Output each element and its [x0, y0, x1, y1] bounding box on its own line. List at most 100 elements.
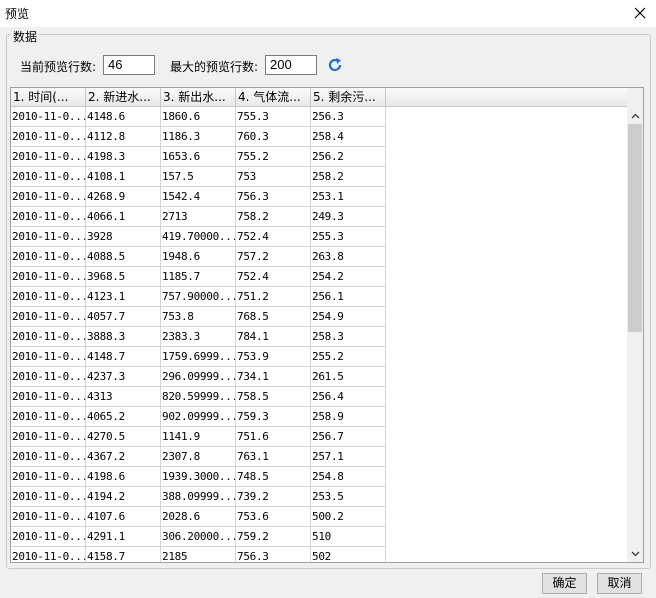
- table-cell[interactable]: 753.8: [161, 307, 236, 327]
- table-cell[interactable]: 752.4: [236, 267, 311, 287]
- table-cell[interactable]: 748.5: [236, 467, 311, 487]
- table-cell[interactable]: 254.9: [311, 307, 386, 327]
- table-cell[interactable]: 419.70000...: [161, 227, 236, 247]
- table-row[interactable]: 2010-11-0... 3888.3 2383.3 784.1 258.3: [11, 327, 386, 347]
- ok-button[interactable]: 确定: [542, 573, 587, 594]
- table-cell[interactable]: 758.5: [236, 387, 311, 407]
- table-cell[interactable]: 2010-11-0...: [11, 447, 86, 467]
- table-cell[interactable]: 258.3: [311, 327, 386, 347]
- table-cell[interactable]: 2010-11-0...: [11, 147, 86, 167]
- table-cell[interactable]: 1948.6: [161, 247, 236, 267]
- table-cell[interactable]: 756.3: [236, 547, 311, 562]
- table-cell[interactable]: 3888.3: [86, 327, 161, 347]
- scroll-down-button[interactable]: [627, 545, 643, 562]
- column-header-outflow[interactable]: 3. 新出水...: [161, 88, 236, 107]
- refresh-button[interactable]: [326, 56, 344, 74]
- table-cell[interactable]: 759.2: [236, 527, 311, 547]
- table-cell[interactable]: 2010-11-0...: [11, 487, 86, 507]
- table-cell[interactable]: 2010-11-0...: [11, 347, 86, 367]
- table-cell[interactable]: 2010-11-0...: [11, 367, 86, 387]
- table-cell[interactable]: 258.9: [311, 407, 386, 427]
- table-cell[interactable]: 4107.6: [86, 507, 161, 527]
- close-button[interactable]: [630, 3, 650, 23]
- table-cell[interactable]: 751.6: [236, 427, 311, 447]
- table-row[interactable]: 2010-11-0... 4291.1 306.20000... 759.2 510: [11, 527, 386, 547]
- table-cell[interactable]: 4198.6: [86, 467, 161, 487]
- table-cell[interactable]: 3968.5: [86, 267, 161, 287]
- table-cell[interactable]: 758.2: [236, 207, 311, 227]
- table-cell[interactable]: 4268.9: [86, 187, 161, 207]
- table-cell[interactable]: 2010-11-0...: [11, 267, 86, 287]
- table-row[interactable]: 2010-11-0... 4112.8 1186.3 760.3 258.4: [11, 127, 386, 147]
- table-cell[interactable]: 4123.1: [86, 287, 161, 307]
- table-row[interactable]: 2010-11-0... 4237.3 296.09999... 734.1 261.5: [11, 367, 386, 387]
- table-cell[interactable]: 256.2: [311, 147, 386, 167]
- table-cell[interactable]: 763.1: [236, 447, 311, 467]
- table-cell[interactable]: 768.5: [236, 307, 311, 327]
- table-cell[interactable]: 4148.6: [86, 107, 161, 127]
- table-cell[interactable]: 4270.5: [86, 427, 161, 447]
- table-cell[interactable]: 1141.9: [161, 427, 236, 447]
- table-row[interactable]: 2010-11-0... 3968.5 1185.7 752.4 254.2: [11, 267, 386, 287]
- table-cell[interactable]: 1186.3: [161, 127, 236, 147]
- table-row[interactable]: 2010-11-0... 4088.5 1948.6 757.2 263.8: [11, 247, 386, 267]
- table-cell[interactable]: 256.4: [311, 387, 386, 407]
- table-row[interactable]: 2010-11-0... 4198.6 1939.3000... 748.5 254.8: [11, 467, 386, 487]
- table-row[interactable]: 2010-11-0... 3928 419.70000... 752.4 255.3: [11, 227, 386, 247]
- table-cell[interactable]: 2010-11-0...: [11, 507, 86, 527]
- table-cell[interactable]: 734.1: [236, 367, 311, 387]
- table-cell[interactable]: 2010-11-0...: [11, 167, 86, 187]
- column-header-inflow[interactable]: 2. 新进水...: [86, 88, 161, 107]
- table-row[interactable]: 2010-11-0... 4198.3 1653.6 755.2 256.2: [11, 147, 386, 167]
- table-cell[interactable]: 256.7: [311, 427, 386, 447]
- table-cell[interactable]: 4112.8: [86, 127, 161, 147]
- vertical-scrollbar[interactable]: [627, 107, 643, 562]
- table-cell[interactable]: 753.9: [236, 347, 311, 367]
- table-cell[interactable]: 1185.7: [161, 267, 236, 287]
- table-cell[interactable]: 2010-11-0...: [11, 187, 86, 207]
- table-cell[interactable]: 2010-11-0...: [11, 247, 86, 267]
- scrollbar-thumb[interactable]: [628, 124, 642, 332]
- table-cell[interactable]: 4198.3: [86, 147, 161, 167]
- table-cell[interactable]: 757.2: [236, 247, 311, 267]
- table-cell[interactable]: 4237.3: [86, 367, 161, 387]
- table-cell[interactable]: 1653.6: [161, 147, 236, 167]
- table-cell[interactable]: 2010-11-0...: [11, 227, 86, 247]
- table-cell[interactable]: 756.3: [236, 187, 311, 207]
- table-cell[interactable]: 2010-11-0...: [11, 307, 86, 327]
- table-cell[interactable]: 4108.1: [86, 167, 161, 187]
- table-cell[interactable]: 784.1: [236, 327, 311, 347]
- table-row[interactable]: 2010-11-0... 4270.5 1141.9 751.6 256.7: [11, 427, 386, 447]
- table-cell[interactable]: 249.3: [311, 207, 386, 227]
- table-cell[interactable]: 502: [311, 547, 386, 562]
- column-header-residual[interactable]: 5. 剩余污...: [311, 88, 386, 107]
- table-cell[interactable]: 820.59999...: [161, 387, 236, 407]
- table-cell[interactable]: 388.09999...: [161, 487, 236, 507]
- table-cell[interactable]: 1939.3000...: [161, 467, 236, 487]
- table-cell[interactable]: 1860.6: [161, 107, 236, 127]
- table-cell[interactable]: 2713: [161, 207, 236, 227]
- table-cell[interactable]: 752.4: [236, 227, 311, 247]
- table-cell[interactable]: 510: [311, 527, 386, 547]
- table-cell[interactable]: 753.6: [236, 507, 311, 527]
- table-cell[interactable]: 2010-11-0...: [11, 407, 86, 427]
- table-cell[interactable]: 157.5: [161, 167, 236, 187]
- table-cell[interactable]: 306.20000...: [161, 527, 236, 547]
- table-cell[interactable]: 2010-11-0...: [11, 287, 86, 307]
- table-cell[interactable]: 2010-11-0...: [11, 327, 86, 347]
- table-cell[interactable]: 1542.4: [161, 187, 236, 207]
- table-cell[interactable]: 3928: [86, 227, 161, 247]
- table-cell[interactable]: 296.09999...: [161, 367, 236, 387]
- table-cell[interactable]: 759.3: [236, 407, 311, 427]
- table-cell[interactable]: 755.2: [236, 147, 311, 167]
- table-cell[interactable]: 4291.1: [86, 527, 161, 547]
- table-cell[interactable]: 2010-11-0...: [11, 467, 86, 487]
- table-cell[interactable]: 751.2: [236, 287, 311, 307]
- table-cell[interactable]: 253.1: [311, 187, 386, 207]
- table-cell[interactable]: 263.8: [311, 247, 386, 267]
- table-row[interactable]: 2010-11-0... 4123.1 757.90000... 751.2 256.1: [11, 287, 386, 307]
- table-cell[interactable]: 4066.1: [86, 207, 161, 227]
- table-cell[interactable]: 4367.2: [86, 447, 161, 467]
- table-cell[interactable]: 2307.8: [161, 447, 236, 467]
- table-cell[interactable]: 755.3: [236, 107, 311, 127]
